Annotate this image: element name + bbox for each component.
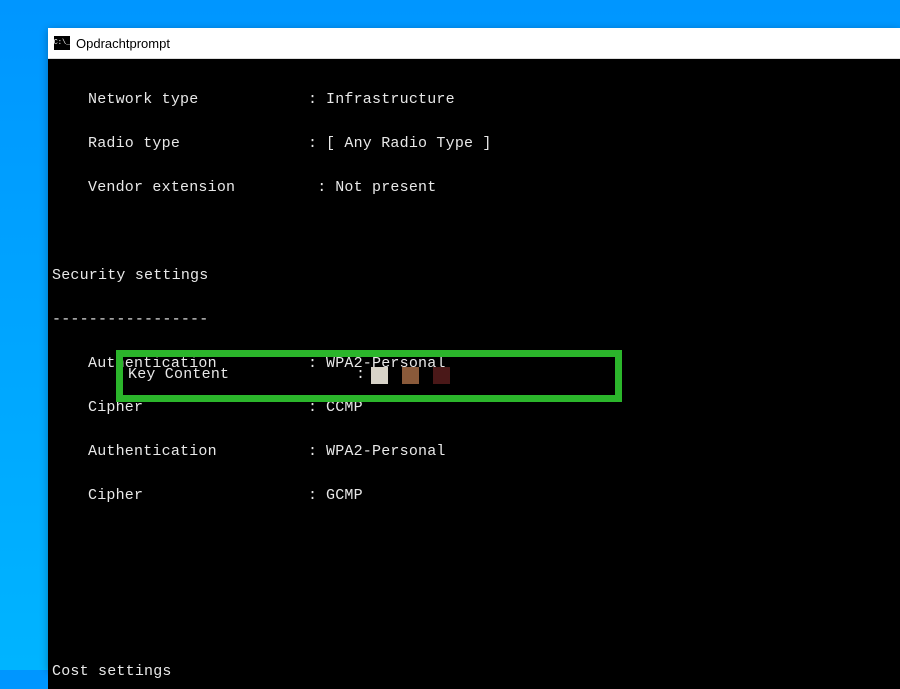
rule-security: ----------------- bbox=[48, 309, 900, 331]
swatch-dark bbox=[433, 367, 450, 384]
heading-security: Security settings bbox=[48, 265, 900, 287]
row-auth-2: Authentication:WPA2-Personal bbox=[48, 441, 900, 463]
command-prompt-window: Opdrachtprompt Network type:Infrastructu… bbox=[48, 28, 900, 670]
window-title: Opdrachtprompt bbox=[76, 36, 170, 51]
redacted-key-swatches bbox=[371, 367, 450, 384]
terminal-output[interactable]: Network type:Infrastructure Radio type:[… bbox=[48, 59, 900, 689]
row-cipher-1: Cipher:CCMP bbox=[48, 397, 900, 419]
row-vendor-extension: Vendor extension : Not present bbox=[48, 177, 900, 199]
colon: : bbox=[356, 364, 365, 386]
swatch-light bbox=[371, 367, 388, 384]
row-key-content: Key Content : bbox=[128, 364, 450, 386]
heading-cost: Cost settings bbox=[48, 661, 900, 683]
key-content-label: Key Content bbox=[128, 364, 356, 386]
titlebar[interactable]: Opdrachtprompt bbox=[48, 28, 900, 59]
swatch-brown bbox=[402, 367, 419, 384]
row-radio-type: Radio type:[ Any Radio Type ] bbox=[48, 133, 900, 155]
row-network-type: Network type:Infrastructure bbox=[48, 89, 900, 111]
cmd-icon bbox=[54, 36, 70, 50]
row-cipher-2: Cipher:GCMP bbox=[48, 485, 900, 507]
